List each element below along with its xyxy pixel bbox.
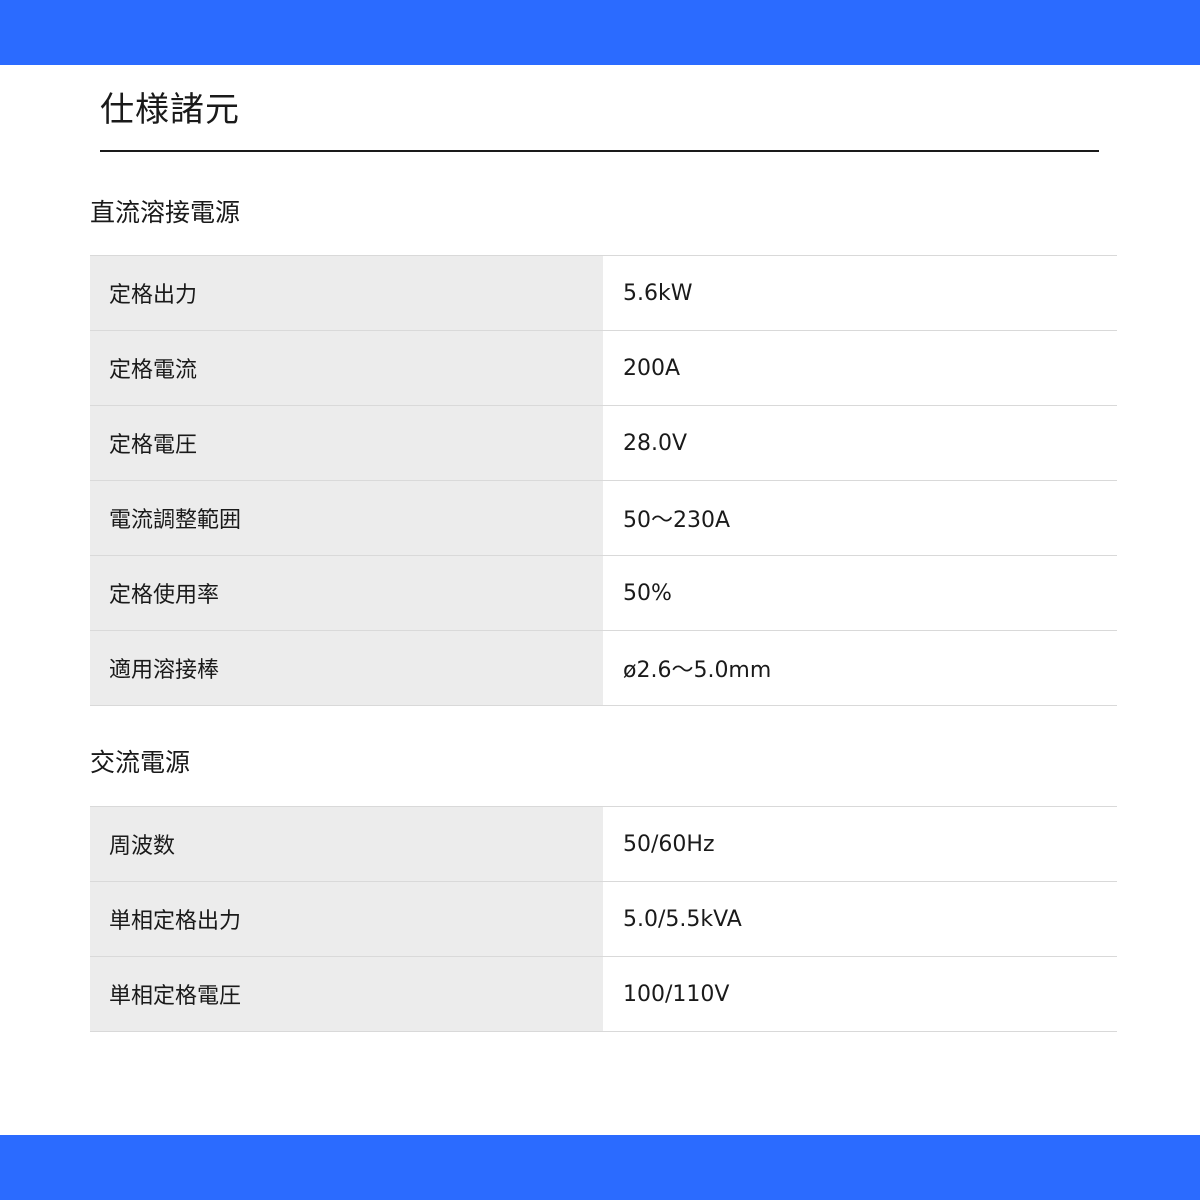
spec-row: 単相定格出力 5.0/5.5kVA	[90, 882, 1117, 957]
spec-row: 単相定格電圧 100/110V	[90, 957, 1117, 1032]
spec-table-dc-welding-power: 定格出力 5.6kW 定格電流 200A 定格電圧 28.0V 電流調整範囲 5…	[90, 255, 1117, 706]
spec-value: 5.0/5.5kVA	[603, 882, 1117, 956]
section-heading-ac-power: 交流電源	[90, 748, 191, 777]
spec-value: 100/110V	[603, 957, 1117, 1031]
spec-label: 定格出力	[90, 256, 603, 330]
page-title: 仕様諸元	[100, 90, 240, 130]
spec-table-ac-power: 周波数 50/60Hz 単相定格出力 5.0/5.5kVA 単相定格電圧 100…	[90, 806, 1117, 1032]
spec-label: 定格電圧	[90, 406, 603, 480]
section-heading-dc-welding-power: 直流溶接電源	[90, 198, 241, 227]
top-color-band	[0, 0, 1200, 65]
spec-label: 定格使用率	[90, 556, 603, 630]
title-divider	[100, 150, 1099, 152]
spec-row: 定格電流 200A	[90, 331, 1117, 406]
spec-row: 適用溶接棒 ø2.6～5.0mm	[90, 631, 1117, 706]
spec-label: 単相定格電圧	[90, 957, 603, 1031]
spec-value: 28.0V	[603, 406, 1117, 480]
spec-value: 50%	[603, 556, 1117, 630]
spec-row: 周波数 50/60Hz	[90, 807, 1117, 882]
spec-value: 5.6kW	[603, 256, 1117, 330]
spec-label: 周波数	[90, 807, 603, 881]
spec-label: 適用溶接棒	[90, 631, 603, 705]
spec-value: 50～230A	[603, 481, 1117, 555]
spec-label: 電流調整範囲	[90, 481, 603, 555]
spec-label: 定格電流	[90, 331, 603, 405]
spec-value: ø2.6～5.0mm	[603, 631, 1117, 705]
spec-value: 200A	[603, 331, 1117, 405]
spec-row: 電流調整範囲 50～230A	[90, 481, 1117, 556]
spec-row: 定格電圧 28.0V	[90, 406, 1117, 481]
spec-row: 定格出力 5.6kW	[90, 256, 1117, 331]
spec-row: 定格使用率 50%	[90, 556, 1117, 631]
spec-value: 50/60Hz	[603, 807, 1117, 881]
bottom-color-band	[0, 1135, 1200, 1200]
spec-label: 単相定格出力	[90, 882, 603, 956]
